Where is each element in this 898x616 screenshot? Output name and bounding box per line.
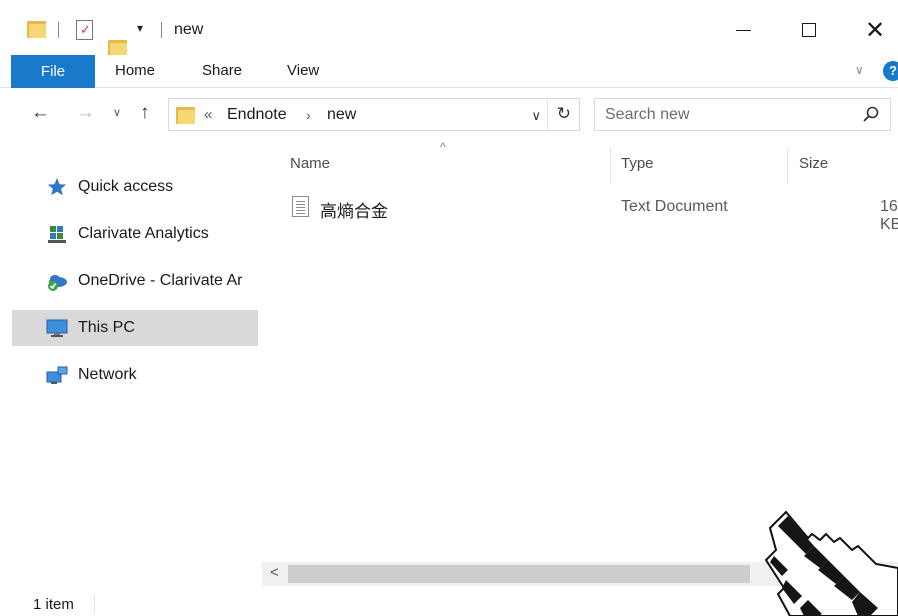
nav-item-this-pc[interactable]: This PC <box>12 310 258 346</box>
scroll-left-icon[interactable]: < <box>270 564 279 581</box>
star-icon <box>47 178 67 196</box>
nav-item-quick-access[interactable]: Quick access <box>12 169 258 205</box>
column-header-name[interactable]: Name <box>290 155 330 172</box>
address-bar[interactable]: « Endnote › new ∨ ↻ <box>168 98 580 131</box>
recent-locations-dropdown-icon[interactable]: ∨ <box>113 106 121 119</box>
breadcrumb-endnote[interactable]: Endnote <box>227 106 287 124</box>
maximize-icon <box>802 23 816 37</box>
file-type: Text Document <box>621 198 728 215</box>
table-row[interactable]: 高熵合金 Text Document 16 KB <box>290 192 898 233</box>
breadcrumb-separator-icon[interactable]: › <box>306 107 311 123</box>
up-button[interactable]: ↑ <box>140 102 150 124</box>
close-button[interactable]: ✕ <box>852 8 898 52</box>
status-divider <box>94 596 95 614</box>
column-header-type[interactable]: Type <box>621 155 654 172</box>
refresh-icon[interactable]: ↻ <box>557 104 571 124</box>
nav-label: Clarivate Analytics <box>78 225 209 242</box>
close-icon: ✕ <box>864 16 886 44</box>
ribbon-tabs: File Home Share View ∨ ? <box>0 55 898 88</box>
hand-cursor-icon <box>764 510 898 616</box>
title-bar: ✓ ▾ new ✕ <box>0 0 898 57</box>
expand-ribbon-icon[interactable]: ∨ <box>855 63 864 77</box>
tab-file[interactable]: File <box>11 55 95 88</box>
nav-item-clarivate-analytics[interactable]: Clarivate Analytics <box>12 216 258 252</box>
maximize-button[interactable] <box>786 8 832 52</box>
breadcrumb-new[interactable]: new <box>327 106 356 124</box>
scrollbar-thumb[interactable] <box>288 565 750 583</box>
search-box[interactable] <box>594 98 891 131</box>
navigation-bar: ← → ∨ ↑ « Endnote › new ∨ ↻ <box>0 88 898 144</box>
navigation-pane: Quick access Clarivate Analytics OneDriv… <box>0 144 262 584</box>
properties-icon[interactable]: ✓ <box>76 20 93 40</box>
file-name[interactable]: 高熵合金 <box>320 197 388 222</box>
search-icon[interactable] <box>862 105 880 123</box>
column-divider[interactable] <box>610 148 611 184</box>
folder-icon[interactable] <box>27 19 46 38</box>
minimize-icon <box>735 29 751 31</box>
network-icon <box>46 366 68 384</box>
toolbar-separator <box>161 22 162 38</box>
sort-ascending-icon: ^ <box>440 140 446 154</box>
text-document-icon <box>292 196 309 217</box>
nav-label: This PC <box>78 319 135 336</box>
minimize-button[interactable] <box>720 8 766 52</box>
onedrive-icon <box>48 275 67 291</box>
nav-item-onedrive[interactable]: OneDrive - Clarivate Ar <box>12 263 258 299</box>
nav-label: Network <box>78 366 137 383</box>
tab-view[interactable]: View <box>287 62 319 79</box>
help-icon[interactable]: ? <box>883 61 898 81</box>
file-size: 16 KB <box>880 198 898 233</box>
address-divider <box>547 99 548 130</box>
tab-home[interactable]: Home <box>115 62 155 79</box>
folder-icon <box>176 105 195 124</box>
forward-button[interactable]: → <box>76 102 95 124</box>
address-overflow[interactable]: « <box>204 106 212 123</box>
search-input[interactable] <box>605 104 845 126</box>
address-dropdown-icon[interactable]: ∨ <box>531 108 541 124</box>
network-drive-icon <box>48 226 66 243</box>
column-divider[interactable] <box>787 148 788 184</box>
monitor-icon <box>46 319 68 337</box>
toolbar-separator <box>58 22 59 38</box>
window-title: new <box>174 21 204 38</box>
tab-share[interactable]: Share <box>202 62 242 79</box>
column-header-size[interactable]: Size <box>799 155 828 172</box>
item-count: 1 item <box>33 596 74 613</box>
quick-access-dropdown-icon[interactable]: ▾ <box>137 21 143 35</box>
back-button[interactable]: ← <box>31 102 50 124</box>
nav-item-network[interactable]: Network <box>12 357 258 393</box>
nav-label: OneDrive - Clarivate Ar <box>78 272 243 289</box>
nav-label: Quick access <box>78 178 174 195</box>
